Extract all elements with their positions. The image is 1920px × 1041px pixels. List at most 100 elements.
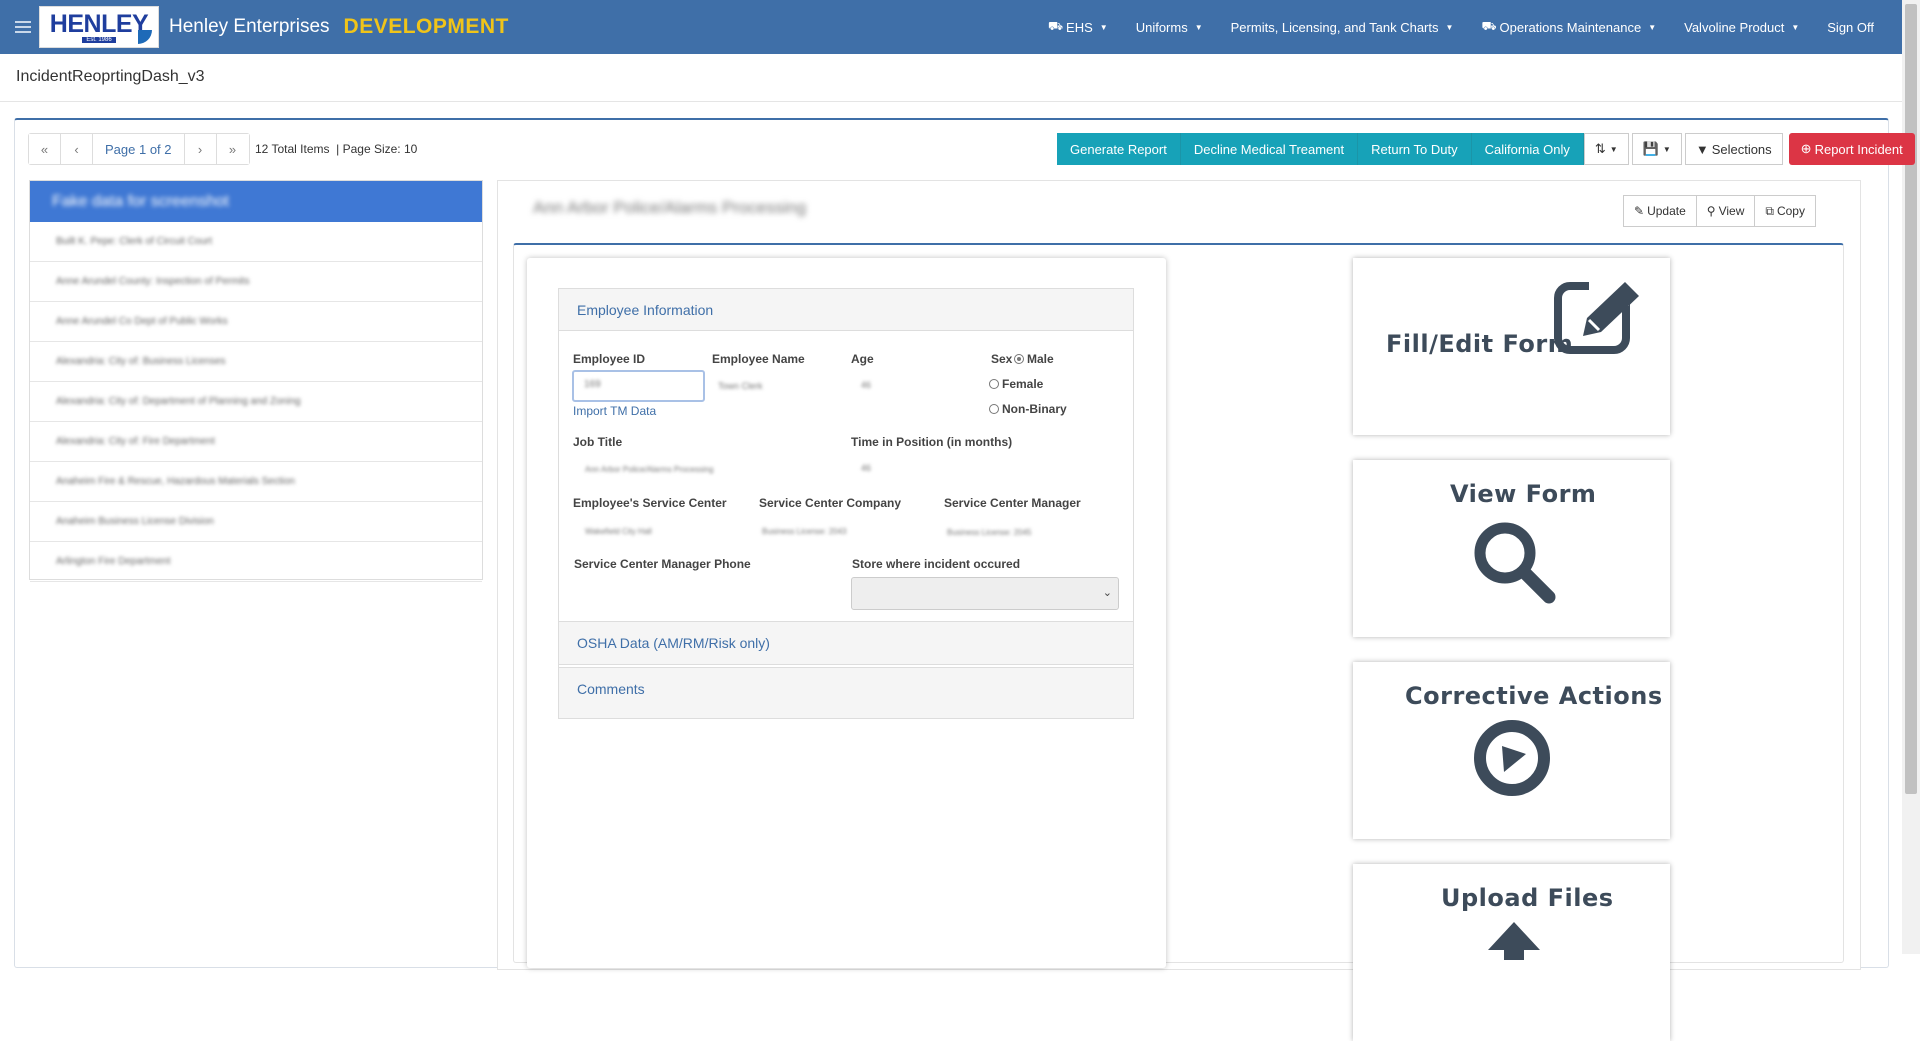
top-navbar: HENLEY Est. 1986 Henley Enterprises DEVE…	[0, 0, 1902, 54]
chevron-down-icon: ⌄	[1102, 587, 1112, 599]
car-icon: ⛟	[1481, 19, 1497, 33]
employee-information-header[interactable]: Employee Information	[559, 289, 1133, 331]
radio-icon	[989, 404, 999, 414]
pager-current-page[interactable]: Page 1 of 2	[93, 134, 185, 164]
nav-item-label: Valvoline Product	[1684, 19, 1785, 35]
service-center-value: Wakefield City Hall	[585, 527, 652, 536]
upload-arrow-icon	[1488, 922, 1540, 960]
service-center-manager-phone-label: Service Center Manager Phone	[574, 557, 751, 571]
view-form-label: View Form	[1450, 480, 1597, 508]
copy-icon: ⧉	[1765, 203, 1774, 218]
store-select[interactable]: ⌄	[851, 577, 1119, 610]
logo-subtitle: Est. 1986	[82, 36, 116, 43]
age-label: Age	[851, 352, 874, 366]
list-item[interactable]: Anne Arundel Co Dept of Public Works	[30, 302, 482, 342]
search-icon: ⚲	[1706, 204, 1716, 218]
decline-medical-button[interactable]: Decline Medical Treament	[1180, 133, 1359, 165]
job-title-label: Job Title	[573, 435, 623, 449]
nav-menu: ⛟ EHS ▼ Uniforms ▼ Permits, Licensing, a…	[1034, 0, 1902, 54]
nav-item-operations[interactable]: ⛟ Operations Maintenance ▼	[1467, 19, 1670, 35]
henley-logo[interactable]: HENLEY Est. 1986	[39, 6, 159, 48]
nav-item-valvoline[interactable]: Valvoline Product ▼	[1670, 20, 1813, 35]
pager-next-button[interactable]: ›	[184, 134, 217, 164]
list-item[interactable]: Anaheim Fire & Rescue, Hazardous Materia…	[30, 462, 482, 502]
caret-down-icon: ▼	[1099, 22, 1108, 32]
logo-text: HENLEY	[49, 9, 149, 38]
copy-label: Copy	[1776, 204, 1805, 218]
brand-name[interactable]: Henley Enterprises	[169, 16, 330, 38]
list-item[interactable]: Alexandria: City of: Fire Department	[30, 422, 482, 462]
report-incident-label: Report Incident	[1814, 141, 1903, 157]
selections-button[interactable]: ▼ Selections	[1684, 133, 1783, 165]
list-item-label: Anaheim Fire & Rescue, Hazardous Materia…	[56, 476, 295, 487]
sex-label: Sex	[991, 352, 1013, 366]
compass-icon	[1474, 720, 1550, 796]
detail-button-group: ✎ Update ⚲ View ⧉ Copy	[1623, 195, 1816, 227]
service-center-label: Employee's Service Center	[573, 496, 727, 510]
truck-icon: ⛟	[1047, 19, 1064, 33]
pager-info: 12 Total Items | Page Size: 10	[255, 142, 418, 156]
fill-edit-form-tile[interactable]: Fill/Edit Form	[1353, 258, 1670, 435]
save-dropdown-button[interactable]: 💾 ▼	[1631, 133, 1682, 165]
list-item-label: Arlington Fire Department	[56, 556, 171, 567]
list-item[interactable]: Alexandria: City of: Business Licenses	[30, 342, 482, 382]
employee-name-value: Town Clerk	[718, 381, 763, 391]
service-center-company-label: Service Center Company	[759, 496, 902, 510]
list-item[interactable]: Alexandria: City of: Department of Plann…	[30, 382, 482, 422]
osha-data-header[interactable]: OSHA Data (AM/RM/Risk only)	[559, 622, 1133, 664]
report-incident-button[interactable]: ⊕ Report Incident	[1788, 133, 1915, 165]
view-button[interactable]: ⚲ View	[1695, 195, 1756, 227]
upload-files-tile[interactable]: Upload Files	[1353, 864, 1670, 1041]
employee-id-value: 169	[584, 379, 601, 390]
list-item[interactable]: Built K. Pepe: Clerk of Circuit Court	[30, 222, 482, 262]
list-header-text: Fake data for screenshot	[52, 192, 229, 210]
view-form-tile[interactable]: View Form	[1353, 460, 1670, 637]
sort-dropdown-button[interactable]: ⇅ ▼	[1583, 133, 1629, 165]
scrollbar-thumb[interactable]	[1905, 4, 1917, 794]
plus-circle-icon: ⊕	[1800, 141, 1812, 156]
store-label: Store where incident occured	[852, 557, 1021, 571]
time-in-position-label: Time in Position (in months)	[851, 435, 1013, 449]
nav-item-label: Operations Maintenance	[1499, 19, 1642, 35]
nav-item-uniforms[interactable]: Uniforms ▼	[1122, 20, 1217, 35]
nav-item-permits[interactable]: Permits, Licensing, and Tank Charts ▼	[1217, 20, 1468, 35]
comments-header[interactable]: Comments	[559, 668, 1133, 710]
list-item-label: Anne Arundel County: Inspection of Permi…	[56, 276, 250, 287]
list-item-label: Anne Arundel Co Dept of Public Works	[56, 316, 228, 327]
pager-last-button[interactable]: »	[216, 134, 249, 164]
age-value: 46	[861, 380, 872, 390]
list-item[interactable]: Anaheim Business License Division	[30, 502, 482, 542]
sex-radio-female[interactable]: Female	[989, 377, 1043, 391]
detail-title: Ann Arbor Police/Alarms Processing	[533, 198, 807, 217]
sex-radio-male[interactable]: Male	[1014, 352, 1054, 366]
update-button[interactable]: ✎ Update	[1623, 195, 1697, 227]
hamburger-menu-icon[interactable]	[15, 21, 31, 33]
sort-icon: ⇅	[1594, 141, 1606, 156]
pager-prev-button[interactable]: ‹	[61, 134, 93, 164]
caret-down-icon: ▼	[1791, 22, 1800, 32]
nav-item-label: EHS	[1066, 19, 1093, 35]
employee-name-label: Employee Name	[712, 352, 805, 366]
search-icon	[1474, 522, 1556, 604]
list-item[interactable]: Anne Arundel County: Inspection of Permi…	[30, 262, 482, 302]
upload-files-label: Upload Files	[1441, 884, 1614, 912]
list-header: Fake data for screenshot	[30, 181, 482, 222]
copy-button[interactable]: ⧉ Copy	[1754, 195, 1816, 227]
list-item[interactable]: Arlington Fire Department	[30, 542, 482, 582]
nav-item-sign-off[interactable]: Sign Off	[1813, 20, 1902, 35]
corrective-actions-tile[interactable]: Corrective Actions	[1353, 662, 1670, 839]
return-to-duty-button[interactable]: Return To Duty	[1358, 133, 1472, 165]
edit-icon: ✎	[1634, 204, 1645, 218]
sex-radio-non-binary[interactable]: Non-Binary	[989, 402, 1067, 416]
view-label: View	[1718, 204, 1745, 218]
employee-id-input[interactable]: 169	[572, 370, 705, 402]
list-item-label: Alexandria: City of: Department of Plann…	[56, 396, 301, 407]
generate-report-button[interactable]: Generate Report	[1057, 133, 1181, 165]
radio-icon	[989, 379, 999, 389]
list-item-label: Built K. Pepe: Clerk of Circuit Court	[56, 236, 213, 247]
radio-label: Non-Binary	[1002, 402, 1067, 416]
import-tm-data-link[interactable]: Import TM Data	[573, 404, 656, 418]
california-only-button[interactable]: California Only	[1471, 133, 1584, 165]
nav-item-ehs[interactable]: ⛟ EHS ▼	[1034, 19, 1122, 35]
pager-first-button[interactable]: «	[29, 134, 61, 164]
